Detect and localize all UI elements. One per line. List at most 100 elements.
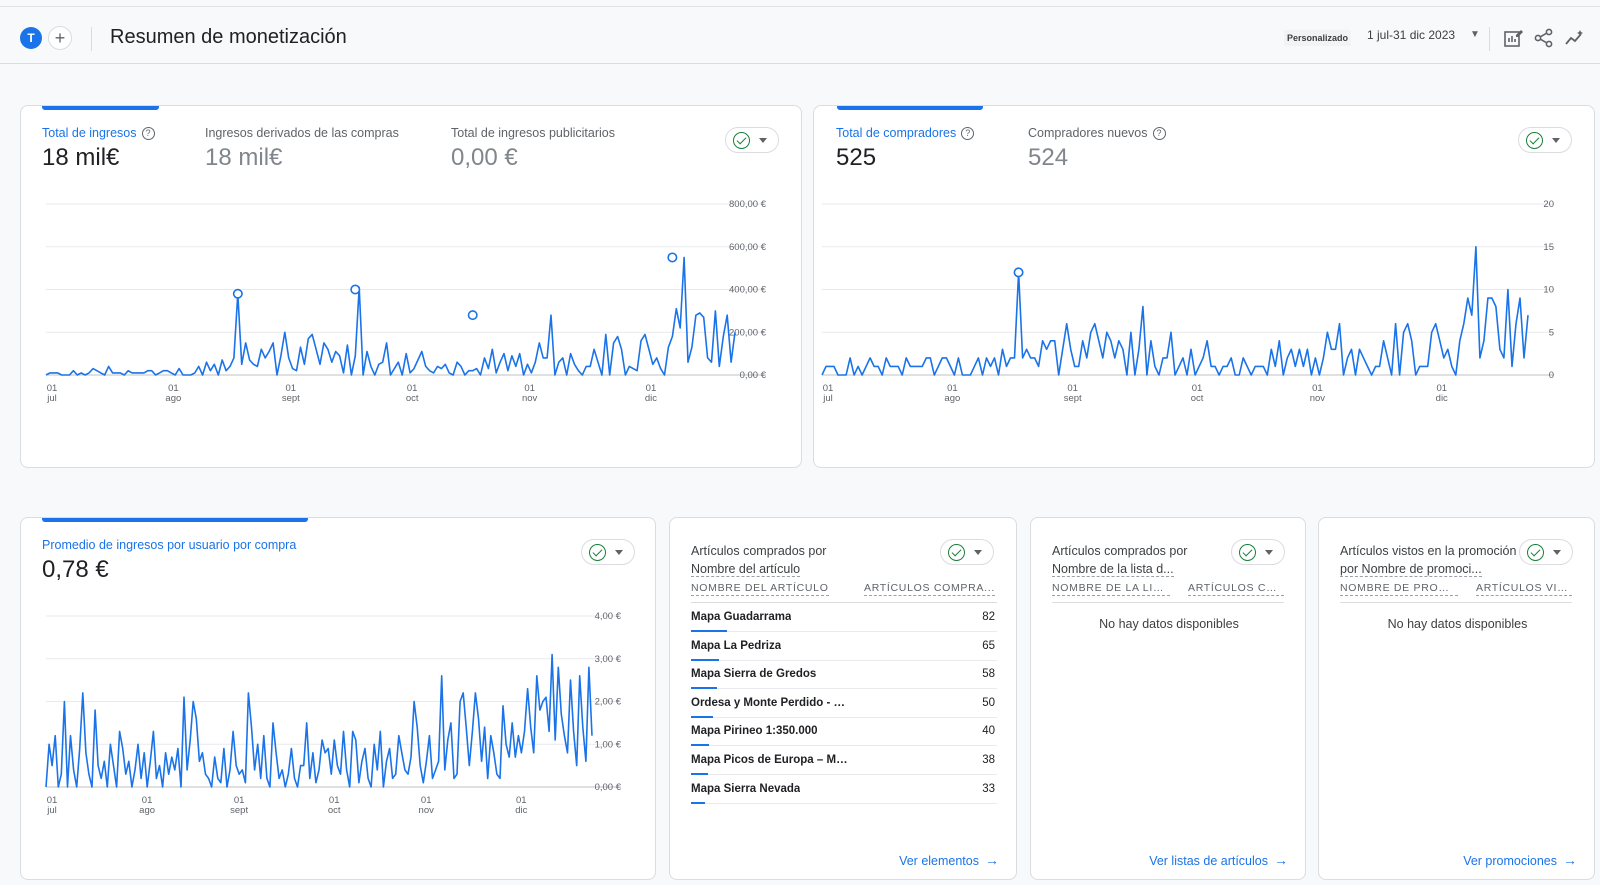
insights-icon[interactable] [1564,27,1586,49]
card-title-line1: Artículos comprados por [1052,544,1188,558]
x-tick-label: oct [1191,393,1204,404]
arrow-right-icon: → [1563,852,1577,868]
arppu-line-chart: 0,00 €1,00 €2,00 €3,00 €4,00 €01jul01ago… [45,611,622,816]
revenue-line-chart: 0,00 €200,00 €400,00 €600,00 €800,00 €01… [45,199,767,404]
view-items-link[interactable]: Ver elementos → [899,852,999,868]
table-row[interactable]: Mapa Sierra de Gredos 58 [691,661,997,690]
x-tick-label: sept [230,805,248,816]
data-point-marker [232,288,243,299]
x-tick-label: jul [46,805,57,816]
customize-report-icon[interactable] [1502,27,1524,49]
x-tick-label: dic [645,393,657,404]
share-icon[interactable] [1533,27,1555,49]
avatar[interactable]: T [20,27,42,49]
check-circle-icon [948,544,965,561]
item-name: Mapa Sierra de Gredos [691,668,817,681]
y-tick-label: 400,00 € [729,285,767,296]
item-name: Mapa Pirineo 1:350.000 [691,725,818,738]
card-title: Artículos comprados por Nombre del artíc… [691,542,826,578]
table-row[interactable]: Mapa Sierra Nevada 33 [691,776,997,804]
revenue-card: Total de ingresos? 18 mil€ Ingresos deri… [20,105,802,468]
item-name: Mapa La Pedriza [691,639,782,652]
table-row[interactable]: Ordesa y Monte Perdido - Ed... 50 [691,690,997,718]
x-tick-label: nov [419,805,435,816]
x-tick-label: sept [1064,393,1082,404]
add-comparison-button[interactable]: + [48,26,72,50]
column-header-item-name[interactable]: NOMBRE DEL ARTÍCULO [691,582,829,596]
table-header-divider [1340,602,1572,603]
item-value: 65 [982,639,995,652]
card-title-line1: Artículos vistos en la promoción [1340,544,1517,558]
column-header-items-purchased[interactable]: ARTÍCULOS COMPRA... [864,582,995,596]
y-tick-label: 5 [1549,327,1554,338]
empty-state-message: No hay datos disponibles [1099,617,1239,631]
item-name: Mapa Sierra Nevada [691,782,801,795]
x-tick-label: oct [328,805,341,816]
data-point-marker [467,310,478,321]
arrow-right-icon: → [985,852,999,868]
link-label: Ver elementos [899,854,979,868]
share-bar [691,801,706,804]
dimension-selector[interactable]: Nombre del artículo [691,562,801,577]
y-tick-label: 1,00 € [595,739,622,750]
item-name: Ordesa y Monte Perdido - Ed... [691,696,851,709]
item-value: 58 [982,668,995,681]
dimension-selector[interactable]: Nombre de la lista d... [1052,562,1174,577]
y-tick-label: 0,00 € [740,370,767,381]
table-header-divider [1052,602,1284,603]
item-name: Mapa Guadarrama [691,611,792,623]
dimension-selector[interactable]: por Nombre de promoci... [1340,562,1482,577]
table-row[interactable]: Mapa La Pedriza 65 [691,633,997,661]
column-header-items-purchased[interactable]: ARTÍCULOS CO... [1188,582,1284,596]
y-tick-label: 15 [1543,242,1554,253]
item-value: 38 [982,754,995,766]
item-value: 40 [982,725,995,738]
check-circle-icon [1527,544,1544,561]
check-circle-icon [1239,544,1256,561]
item-lists-card: Artículos comprados por Nombre de la lis… [1030,517,1306,880]
table-row[interactable]: Mapa Guadarrama 82 [691,604,997,632]
comparison-status-chip[interactable] [1519,539,1573,565]
y-tick-label: 2,00 € [595,697,622,708]
card-title: Artículos comprados por Nombre de la lis… [1052,542,1187,578]
y-tick-label: 3,00 € [595,654,622,665]
y-tick-label: 0,00 € [595,782,622,793]
item-value: 50 [982,696,995,709]
table-row[interactable]: Mapa Picos de Europa – Ma... 38 [691,747,997,775]
card-title: Artículos vistos en la promoción por Nom… [1340,542,1516,578]
x-tick-label: jul [822,393,833,404]
promotions-card: Artículos vistos en la promoción por Nom… [1318,517,1595,880]
buyers-line-chart: 0510152001jul01ago01sept01oct01nov01dic [821,199,1554,404]
date-preset-label[interactable]: Personalizado [1284,30,1352,46]
date-range-picker[interactable]: 1 jul-31 dic 2023 [1367,28,1455,42]
arrow-right-icon: → [1274,852,1288,868]
view-promotions-link[interactable]: Ver promociones → [1463,852,1577,868]
divider [91,27,92,51]
chevron-down-icon [974,550,982,555]
x-tick-label: dic [1436,393,1448,404]
series-line [45,256,736,376]
column-header-promotion-name[interactable]: NOMBRE DE PROM... [1340,582,1458,596]
column-header-items-viewed[interactable]: ARTÍCULOS VIS... [1476,582,1572,596]
x-tick-label: sept [282,393,300,404]
comparison-status-chip[interactable] [1231,539,1285,565]
card-title-line1: Artículos comprados por [691,544,827,558]
item-value: 33 [982,782,995,795]
chevron-down-icon[interactable]: ▼ [1470,29,1480,40]
data-point-marker [667,252,678,263]
item-value: 82 [982,611,995,623]
table-header-divider [691,602,997,603]
column-header-list-name[interactable]: NOMBRE DE LA LIS... [1052,582,1170,596]
empty-state-message: No hay datos disponibles [1387,617,1528,631]
chevron-down-icon [1265,550,1273,555]
y-tick-label: 4,00 € [595,611,622,622]
view-item-lists-link[interactable]: Ver listas de artículos → [1149,852,1288,868]
comparison-status-chip[interactable] [940,539,994,565]
items-purchased-card: Artículos comprados por Nombre del artíc… [669,517,1017,880]
table-row[interactable]: Mapa Pirineo 1:350.000 40 [691,718,997,747]
divider [1489,27,1490,51]
x-tick-label: ago [139,805,155,816]
series-line [45,653,593,788]
y-tick-label: 20 [1543,199,1554,210]
x-tick-label: jul [46,393,57,404]
